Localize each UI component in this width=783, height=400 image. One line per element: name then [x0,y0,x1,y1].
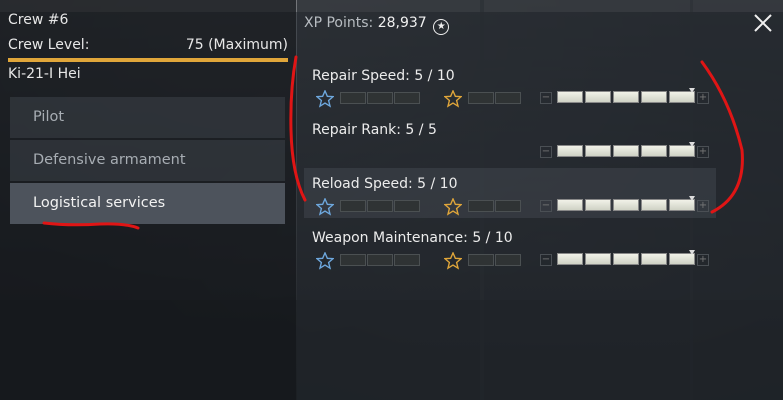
skill-row-reload-speed: Reload Speed: 5 / 10 − + [304,168,716,218]
crew-level-label: Crew Level: [8,37,90,53]
increase-button[interactable]: + [697,200,709,212]
skill-label: Weapon Maintenance: 5 / 10 [312,230,513,246]
crew-level-progress-bar [8,58,288,62]
blue-star-icon [316,252,334,270]
ace-progress-bar [468,92,521,104]
ace-progress-bar [468,254,521,266]
aircraft-name: Ki-21-I Hei [8,66,81,82]
gold-star-icon [444,252,462,270]
nav-item-label: Defensive armament [33,152,186,168]
skill-label: Reload Speed: 5 / 10 [312,176,458,192]
crew-level-value: 75 (Maximum) [185,37,288,53]
skill-row-repair-rank: Repair Rank: 5 / 5 − + [304,114,716,164]
increase-button[interactable]: + [697,254,709,266]
crew-title: Crew #6 [8,12,69,28]
skill-level-bar [557,253,695,265]
max-marker-icon [689,250,695,255]
xp-points: XP Points: 28,937 ★ [304,15,450,35]
skill-level-bar [557,199,695,211]
skill-level-bar [557,145,695,157]
nav-item-pilot[interactable]: Pilot [10,97,285,138]
expert-progress-bar [340,92,420,104]
expert-progress-bar [340,200,420,212]
skill-label: Repair Rank: 5 / 5 [312,122,437,138]
crew-level-row: Crew Level: 75 (Maximum) [8,37,288,53]
close-icon[interactable] [752,12,774,34]
xp-value: 28,937 [377,15,427,31]
star-circle-icon: ★ [433,19,450,35]
xp-label: XP Points: [304,15,374,31]
nav-item-label: Pilot [33,109,65,125]
max-marker-icon [689,196,695,201]
decrease-button[interactable]: − [540,92,552,104]
nav-item-defensive-armament[interactable]: Defensive armament [10,140,285,181]
blue-star-icon [316,90,334,108]
expert-progress-bar [340,254,420,266]
max-marker-icon [689,88,695,93]
increase-button[interactable]: + [697,146,709,158]
skill-label: Repair Speed: 5 / 10 [312,68,455,84]
decrease-button[interactable]: − [540,254,552,266]
decrease-button[interactable]: − [540,146,552,158]
gold-star-icon [444,90,462,108]
skill-row-weapon-maintenance: Weapon Maintenance: 5 / 10 − + [304,222,716,272]
max-marker-icon [689,142,695,147]
blue-star-icon [316,198,334,216]
increase-button[interactable]: + [697,92,709,104]
gold-star-icon [444,198,462,216]
nav-item-logistical-services[interactable]: Logistical services [10,183,285,224]
ace-progress-bar [468,200,521,212]
skill-row-repair-speed: Repair Speed: 5 / 10 − + [304,60,716,110]
decrease-button[interactable]: − [540,200,552,212]
skill-level-bar [557,91,695,103]
nav-item-label: Logistical services [33,195,166,211]
